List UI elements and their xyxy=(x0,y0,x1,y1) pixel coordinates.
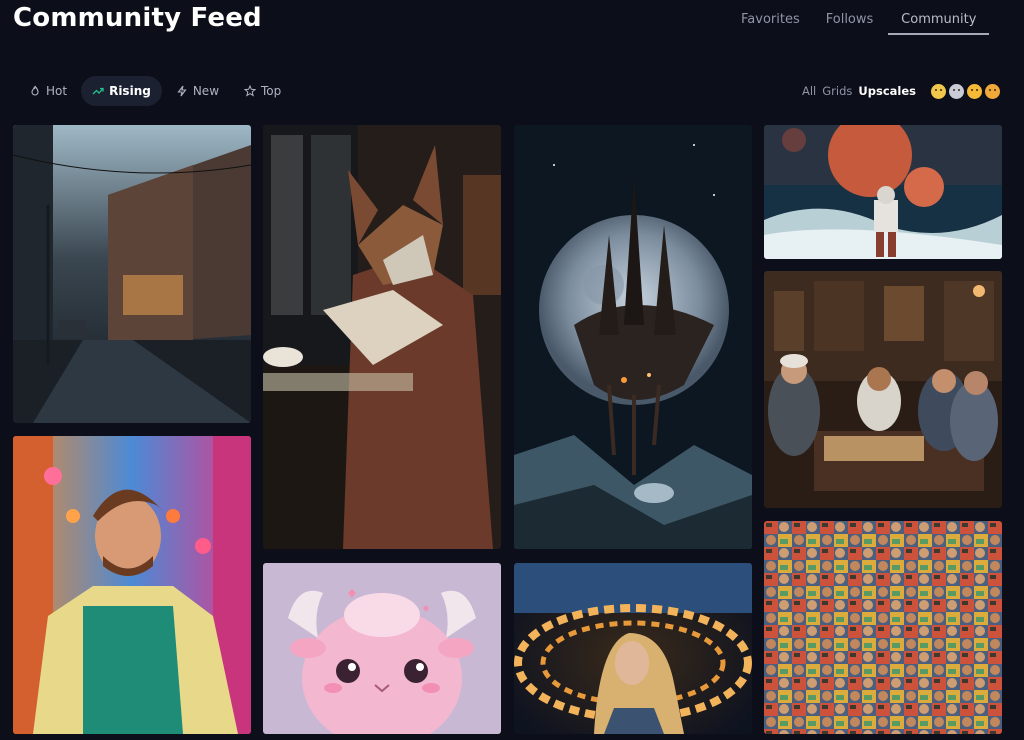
tab-community[interactable]: Community xyxy=(888,11,990,35)
rainy-street-image[interactable] xyxy=(13,125,251,423)
tab-follows[interactable]: Follows xyxy=(813,11,887,35)
pink-creature-image[interactable] xyxy=(263,563,501,734)
filter-hot-label: Hot xyxy=(46,84,68,98)
colorful-street-man-image[interactable] xyxy=(13,436,251,734)
flame-icon xyxy=(31,85,39,96)
fox-reading-image[interactable] xyxy=(263,125,501,549)
sort-filters: Hot Rising New Top xyxy=(18,76,295,106)
skull-emoji-icon[interactable] xyxy=(949,84,964,99)
astronaut-planets-image[interactable] xyxy=(764,125,1002,259)
filter-top-label: Top xyxy=(261,84,282,98)
ring-light-woman-image[interactable] xyxy=(514,563,752,734)
chess-players-image[interactable] xyxy=(764,271,1002,508)
filter-rising-label: Rising xyxy=(109,84,151,98)
page-title: Community Feed xyxy=(13,3,262,33)
reaction-filters xyxy=(931,84,1003,99)
floating-city-moon-image[interactable] xyxy=(514,125,752,549)
bolt-icon xyxy=(177,85,187,97)
star-icon xyxy=(244,85,257,97)
filter-top[interactable]: Top xyxy=(233,76,292,106)
filter-new[interactable]: New xyxy=(165,76,230,106)
view-grids[interactable]: Grids xyxy=(822,84,852,98)
comic-crowd-image[interactable] xyxy=(764,521,1002,734)
filter-rising[interactable]: Rising xyxy=(81,76,162,106)
grin-emoji-icon[interactable] xyxy=(967,84,982,99)
view-options: All Grids Upscales xyxy=(802,84,916,98)
view-upscales[interactable]: Upscales xyxy=(858,84,916,98)
filter-hot[interactable]: Hot xyxy=(18,76,78,106)
feed-tabs: Favorites Follows Community xyxy=(728,11,990,35)
grimace-emoji-icon[interactable] xyxy=(931,84,946,99)
heart-eyes-emoji-icon[interactable] xyxy=(985,84,1000,99)
filter-new-label: New xyxy=(192,84,220,98)
tab-favorites[interactable]: Favorites xyxy=(728,11,813,35)
trending-up-icon xyxy=(92,87,104,95)
view-all[interactable]: All xyxy=(802,84,816,98)
